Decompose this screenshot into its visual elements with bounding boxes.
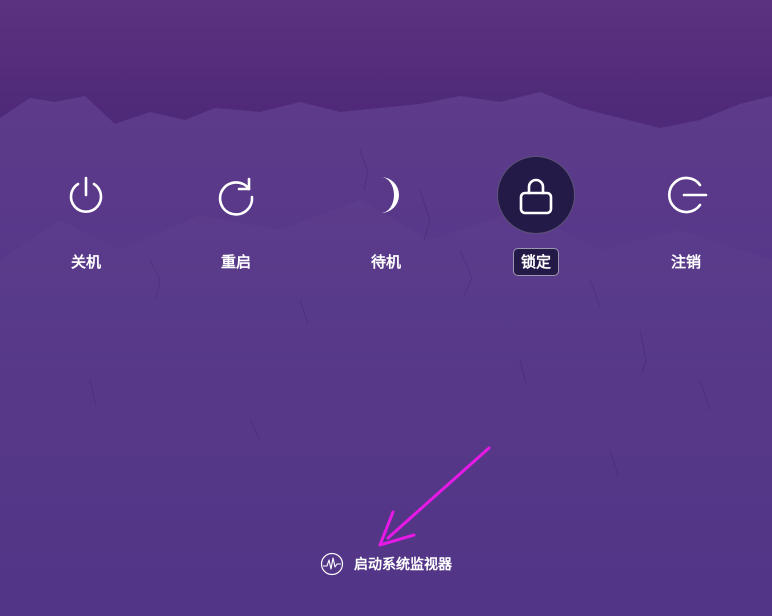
moon-icon (381, 177, 399, 213)
logout-option[interactable]: 注销 (636, 156, 736, 280)
suspend-label: 待机 (370, 253, 401, 271)
restart-icon (218, 177, 254, 216)
power-icon (69, 176, 103, 213)
lock-icon (519, 178, 553, 215)
logout-circle[interactable] (647, 156, 725, 234)
system-monitor-label: 启动系统监视器 (354, 557, 452, 573)
shutdown-label: 关机 (70, 253, 101, 271)
restart-option[interactable]: 重启 (186, 156, 286, 280)
lock-option[interactable]: 锁定 (486, 156, 586, 280)
shutdown-screen: 关机 重启 待机 锁定 注销 启动系统监视器 (0, 0, 772, 616)
lock-circle[interactable] (497, 156, 575, 234)
system-monitor-button[interactable]: 启动系统监视器 (320, 551, 452, 577)
system-monitor-icon (320, 552, 344, 576)
shutdown-circle[interactable] (47, 156, 125, 234)
logout-icon (668, 176, 708, 214)
suspend-circle[interactable] (347, 156, 425, 234)
restart-circle[interactable] (197, 156, 275, 234)
power-options: 关机 重启 待机 锁定 注销 (0, 0, 772, 616)
lock-label: 锁定 (512, 248, 560, 276)
restart-label: 重启 (220, 253, 251, 271)
suspend-option[interactable]: 待机 (336, 156, 436, 280)
shutdown-option[interactable]: 关机 (36, 156, 136, 280)
logout-label: 注销 (670, 253, 701, 271)
